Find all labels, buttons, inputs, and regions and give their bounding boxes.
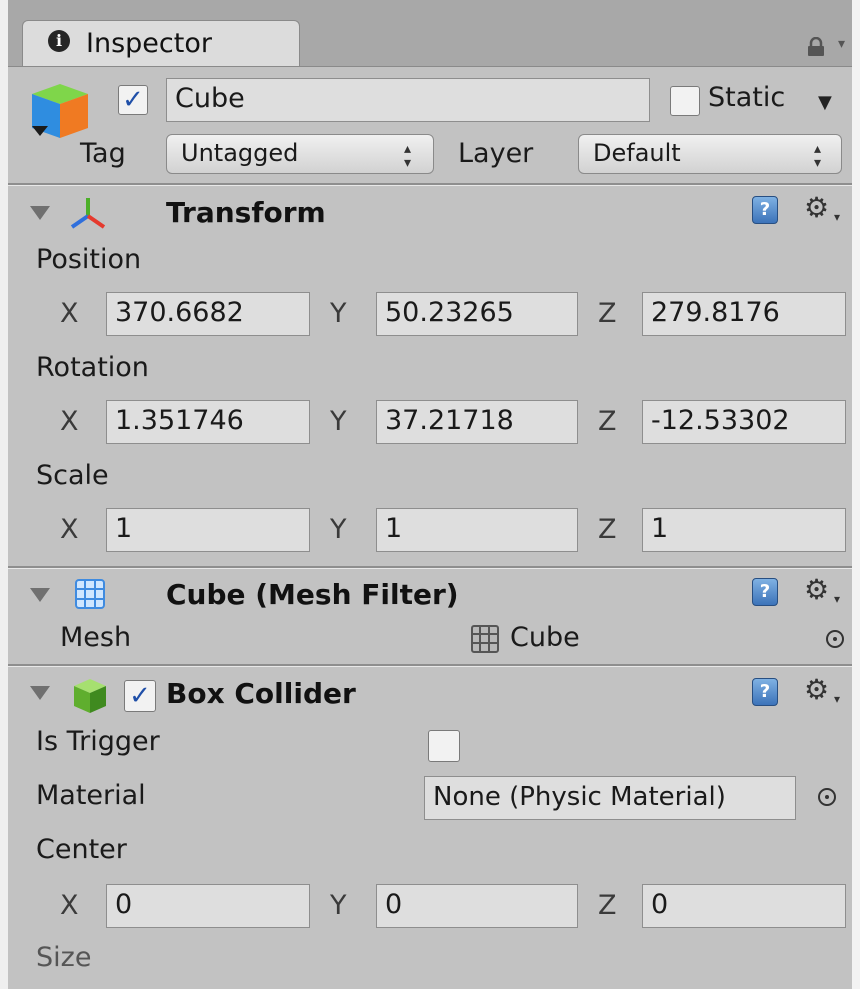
is-trigger-checkbox[interactable] bbox=[428, 730, 460, 762]
gear-icon[interactable]: ⚙ bbox=[804, 676, 829, 704]
mesh-label: Mesh bbox=[60, 622, 132, 653]
material-field[interactable]: None (Physic Material) bbox=[424, 776, 796, 820]
gear-icon[interactable]: ⚙ bbox=[804, 576, 829, 604]
center-x-label: X bbox=[60, 890, 79, 921]
inspector-window: i Inspector ▾ ✓ Cube Static ▼ Tag Untagg… bbox=[0, 0, 860, 989]
center-x-field[interactable]: 0 bbox=[106, 884, 310, 928]
checkmark-icon: ✓ bbox=[122, 85, 144, 115]
lock-icon[interactable] bbox=[806, 36, 826, 56]
gear-icon[interactable]: ⚙ bbox=[804, 194, 829, 222]
help-book-icon[interactable]: ? bbox=[752, 196, 778, 224]
static-label: Static bbox=[708, 82, 786, 113]
position-y-field[interactable]: 50.23265 bbox=[376, 292, 578, 336]
static-dropdown-icon[interactable]: ▼ bbox=[818, 92, 832, 113]
mesh-filter-foldout-icon[interactable] bbox=[30, 588, 50, 602]
position-x-field[interactable]: 370.6682 bbox=[106, 292, 310, 336]
help-book-icon[interactable]: ? bbox=[752, 678, 778, 706]
green-box-icon bbox=[70, 676, 110, 716]
is-trigger-label: Is Trigger bbox=[36, 726, 160, 757]
scale-z-label: Z bbox=[598, 514, 617, 545]
box-collider-enabled-checkbox[interactable]: ✓ bbox=[124, 680, 156, 712]
scale-y-field[interactable]: 1 bbox=[376, 508, 578, 552]
size-label: Size bbox=[36, 942, 92, 973]
help-book-icon[interactable]: ? bbox=[752, 578, 778, 606]
tag-dropdown[interactable]: Untagged bbox=[166, 134, 434, 174]
scale-label: Scale bbox=[36, 460, 109, 491]
scale-z-field[interactable]: 1 bbox=[642, 508, 846, 552]
gear-dropdown-icon: ▾ bbox=[834, 592, 841, 606]
gear-dropdown-icon: ▾ bbox=[834, 210, 841, 224]
transform-title: Transform bbox=[166, 196, 326, 229]
cube-object-icon[interactable] bbox=[26, 80, 96, 142]
material-label: Material bbox=[36, 780, 146, 811]
center-z-field[interactable]: 0 bbox=[642, 884, 846, 928]
tag-dropdown-arrows-icon: ▴ ▾ bbox=[404, 141, 412, 171]
divider-highlight bbox=[8, 568, 852, 569]
tab-inspector-label: Inspector bbox=[86, 28, 212, 59]
active-checkbox[interactable]: ✓ bbox=[118, 85, 148, 115]
tag-value: Untagged bbox=[181, 139, 299, 167]
rotation-z-label: Z bbox=[598, 406, 617, 437]
layer-dropdown-arrows-icon: ▴ ▾ bbox=[814, 141, 822, 171]
mesh-value[interactable]: Cube bbox=[510, 622, 580, 653]
divider-highlight bbox=[8, 666, 852, 667]
target-picker-icon[interactable] bbox=[826, 630, 844, 648]
box-collider-foldout-icon[interactable] bbox=[30, 686, 50, 700]
checkmark-icon: ✓ bbox=[129, 681, 151, 711]
scale-x-field[interactable]: 1 bbox=[106, 508, 310, 552]
box-collider-title: Box Collider bbox=[166, 677, 356, 710]
position-z-field[interactable]: 279.8176 bbox=[642, 292, 846, 336]
layer-dropdown[interactable]: Default bbox=[578, 134, 842, 174]
mesh-grid-icon bbox=[74, 578, 106, 610]
transform-axes-icon bbox=[68, 194, 108, 234]
position-label: Position bbox=[36, 244, 142, 275]
rotation-x-label: X bbox=[60, 406, 79, 437]
rotation-z-field[interactable]: -12.53302 bbox=[642, 400, 846, 444]
transform-foldout-icon[interactable] bbox=[30, 206, 50, 220]
layer-label: Layer bbox=[458, 138, 534, 169]
mesh-filter-title: Cube (Mesh Filter) bbox=[166, 578, 459, 611]
info-icon: i bbox=[48, 30, 70, 52]
mesh-asset-icon bbox=[470, 624, 500, 654]
scale-x-label: X bbox=[60, 514, 79, 545]
rotation-y-field[interactable]: 37.21718 bbox=[376, 400, 578, 444]
static-checkbox[interactable] bbox=[670, 86, 700, 116]
position-y-label: Y bbox=[330, 298, 347, 329]
center-z-label: Z bbox=[598, 890, 617, 921]
center-label: Center bbox=[36, 834, 127, 865]
layer-value: Default bbox=[593, 139, 681, 167]
object-name-field[interactable]: Cube bbox=[166, 78, 650, 122]
center-y-field[interactable]: 0 bbox=[376, 884, 578, 928]
scale-y-label: Y bbox=[330, 514, 347, 545]
rotation-y-label: Y bbox=[330, 406, 347, 437]
center-y-label: Y bbox=[330, 890, 347, 921]
target-picker-icon[interactable] bbox=[818, 788, 836, 806]
position-x-label: X bbox=[60, 298, 79, 329]
position-z-label: Z bbox=[598, 298, 617, 329]
tag-label: Tag bbox=[80, 138, 126, 169]
gear-dropdown-icon: ▾ bbox=[834, 692, 841, 706]
divider-highlight bbox=[8, 185, 852, 186]
rotation-label: Rotation bbox=[36, 352, 149, 383]
tab-menu-icon[interactable]: ▾ bbox=[838, 36, 845, 52]
rotation-x-field[interactable]: 1.351746 bbox=[106, 400, 310, 444]
